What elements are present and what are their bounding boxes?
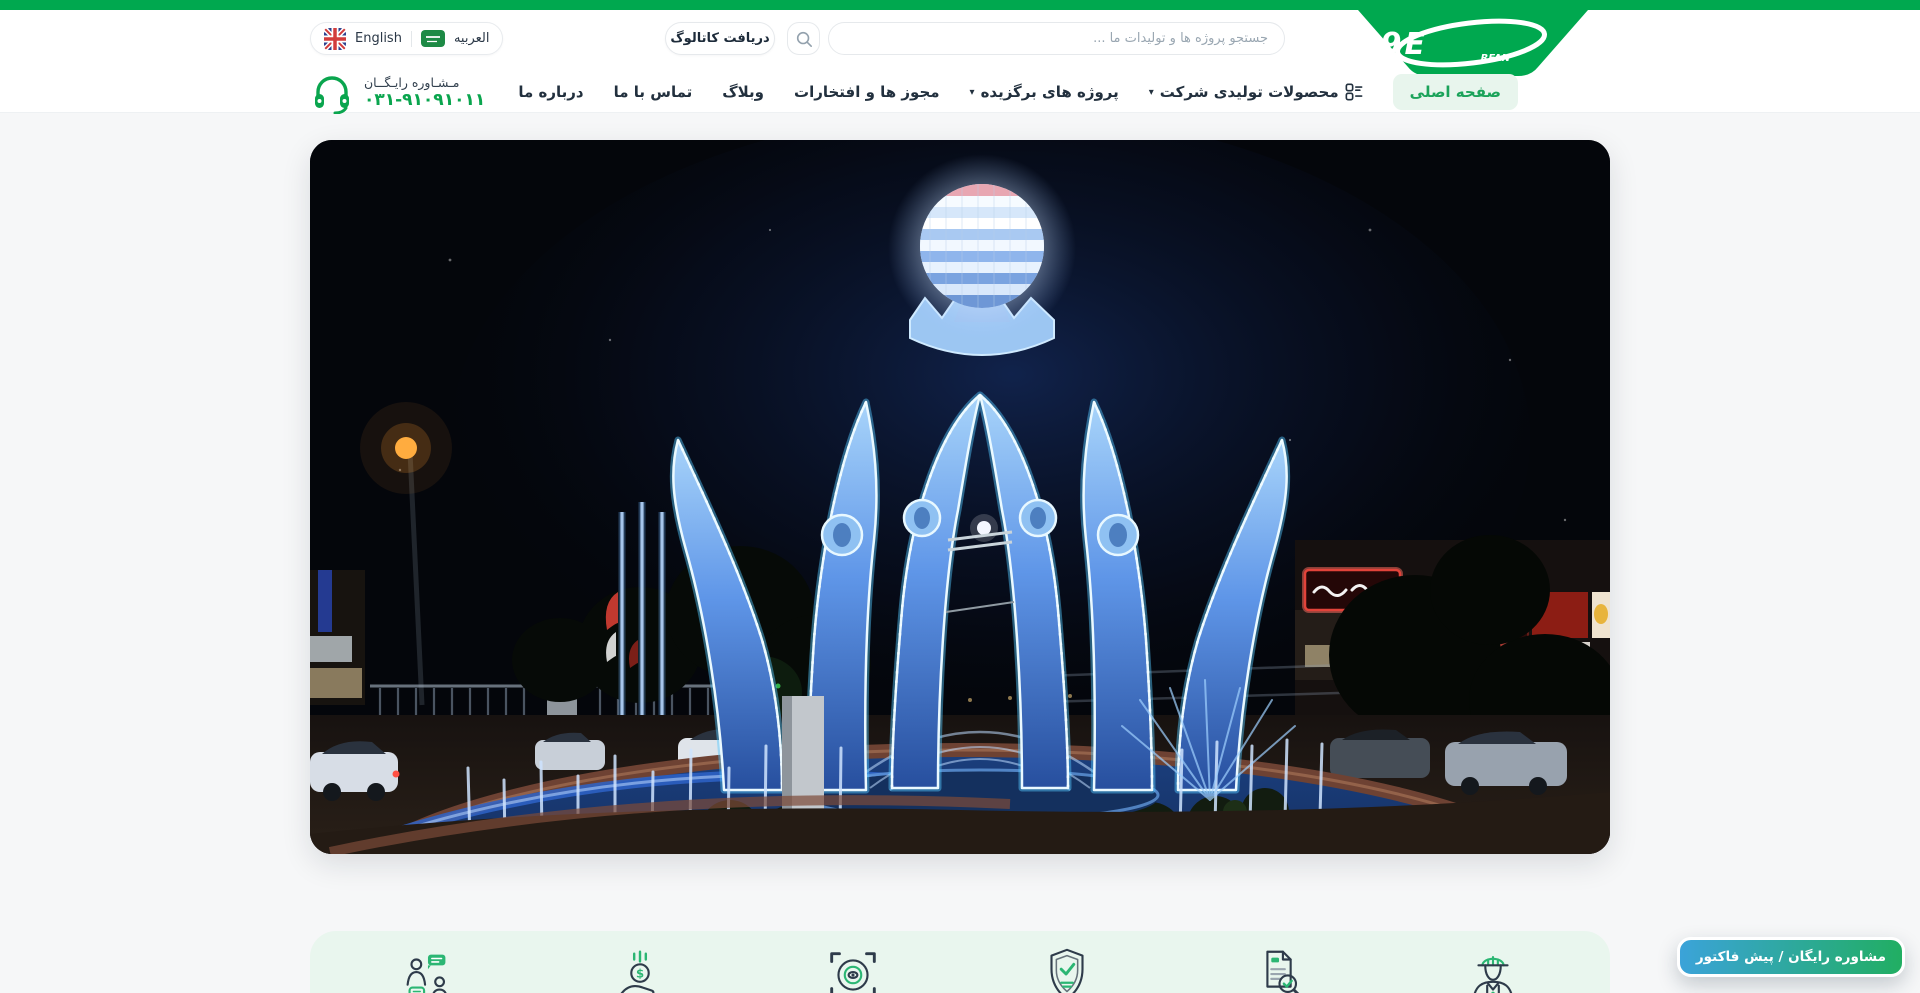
- consultation-phone-block[interactable]: مـشـاوره رایـگــان ۰۳۱-۹۱۰۹۱۰۱۱: [310, 70, 485, 114]
- nav-item-contact[interactable]: تماس با ما: [614, 83, 693, 101]
- features-strip: $: [310, 931, 1610, 993]
- svg-text:$: $: [636, 966, 644, 980]
- headset-icon: [310, 70, 354, 114]
- uk-flag-icon: [324, 28, 346, 50]
- grid-icon: [1345, 83, 1363, 101]
- nav-item-blog-label: وبلاگ: [722, 83, 764, 101]
- consultation-chat-icon: [396, 944, 458, 993]
- logo-mark-text: E9E: [1358, 27, 1428, 62]
- nav-item-projects-label: پروژه های برگزیده: [981, 83, 1119, 101]
- top-accent-bar: [0, 0, 1920, 10]
- nav-item-licenses[interactable]: مجوز ها و افتخارات: [794, 83, 940, 101]
- nav-item-products[interactable]: محصولات تولیدی شرکت ▾: [1149, 83, 1363, 101]
- language-arabic-button[interactable]: العربيه: [454, 31, 490, 46]
- consultation-label: مـشـاوره رایـگــان: [364, 75, 485, 90]
- caret-down-icon: ▾: [1149, 88, 1154, 98]
- language-switcher[interactable]: العربيه English: [310, 22, 503, 55]
- nav-item-contact-label: تماس با ما: [614, 83, 693, 101]
- hero-image: [310, 140, 1610, 854]
- site-header: العربيه English دریافت کاتالوگ: [0, 10, 1920, 113]
- main-navigation: صفحه اصلی محصولات تولیدی شرکت ▾ پروژه ها…: [518, 72, 1518, 112]
- shield-check-icon: [1036, 944, 1098, 993]
- search-button[interactable]: [787, 22, 820, 55]
- catalog-button[interactable]: دریافت کاتالوگ: [665, 22, 775, 55]
- nav-item-blog[interactable]: وبلاگ: [722, 83, 764, 101]
- header-container: العربيه English دریافت کاتالوگ: [310, 10, 1610, 112]
- nav-item-products-label: محصولات تولیدی شرکت: [1160, 83, 1339, 101]
- saudi-flag-icon: [421, 30, 445, 47]
- nav-item-home-label: صفحه اصلی: [1410, 83, 1501, 101]
- nav-item-home[interactable]: صفحه اصلی: [1393, 74, 1518, 110]
- engineer-icon: [1462, 944, 1524, 993]
- nav-item-about-label: درباره ما: [518, 83, 583, 101]
- search-input[interactable]: [828, 22, 1285, 55]
- free-consultation-invoice-button[interactable]: مشاوره رایگان / پیش فاکتور: [1677, 937, 1905, 977]
- caret-down-icon: ▾: [970, 88, 975, 98]
- consultation-phone-number[interactable]: ۰۳۱-۹۱۰۹۱۰۱۱: [364, 90, 485, 110]
- money-hand-icon: $: [609, 944, 671, 993]
- nav-item-about[interactable]: درباره ما: [518, 83, 583, 101]
- nav-item-featured-projects[interactable]: پروژه های برگزیده ▾: [970, 83, 1119, 101]
- language-divider: [411, 31, 412, 47]
- target-precision-icon: [822, 944, 884, 993]
- company-logo[interactable]: E9E RFAN: [1358, 10, 1588, 76]
- document-inspection-icon: [1249, 944, 1311, 993]
- search-icon: [795, 30, 813, 48]
- logo-sub-text: RFAN: [1481, 53, 1511, 64]
- nav-item-licenses-label: مجوز ها و افتخارات: [794, 83, 940, 101]
- monument-photo: [310, 140, 1610, 854]
- logo-graphic: E9E RFAN: [1358, 10, 1588, 76]
- language-english-button[interactable]: English: [355, 31, 402, 46]
